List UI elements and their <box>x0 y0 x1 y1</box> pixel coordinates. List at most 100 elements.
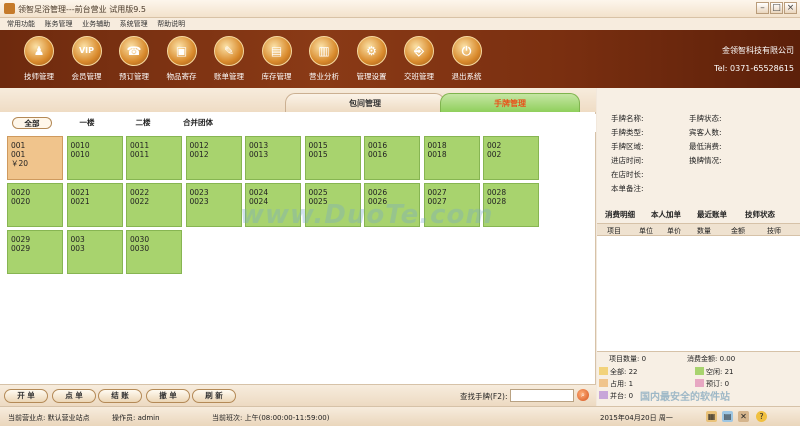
card-tile[interactable]: 0016 0016 <box>364 136 420 180</box>
close-button[interactable]: × <box>784 2 797 14</box>
card-tile[interactable]: 0028 0028 <box>483 183 539 227</box>
card-tile[interactable]: 0020 0020 <box>7 183 63 227</box>
add-item-button[interactable]: 点 单 <box>52 389 96 403</box>
toolbar-button-label: 交班管理 <box>404 72 434 81</box>
checkout-button[interactable]: 结 账 <box>98 389 142 403</box>
toolbar-button-4[interactable]: ✎ 账单管理 <box>206 32 252 86</box>
refresh-button[interactable]: 刷 新 <box>192 389 236 403</box>
toolbar-button-label: 营业分析 <box>309 72 339 81</box>
card-line1: 0013 <box>249 141 269 150</box>
card-line2: 0022 <box>130 197 150 206</box>
toolbar-button-9[interactable]: ⏻ 退出系统 <box>444 32 490 86</box>
card-line1: 0016 <box>368 141 388 150</box>
card-tile[interactable]: 003 003 <box>66 230 123 274</box>
toolbar-button-label: 预订管理 <box>119 72 149 81</box>
card-tile[interactable]: 001 001 ￥20 <box>7 136 63 180</box>
card-line1: 0012 <box>189 141 209 150</box>
card-tile[interactable]: 0010 0010 <box>66 136 123 180</box>
menu-item-accounts[interactable]: 账务管理 <box>45 18 73 30</box>
card-tile[interactable]: 0013 0013 <box>245 136 301 180</box>
card-line1: 003 <box>70 235 85 244</box>
toolbar-button-0[interactable]: ♟ 技师管理 <box>16 32 62 86</box>
tab-room-management[interactable]: 包间管理 <box>285 93 445 112</box>
card-tile[interactable]: 0015 0015 <box>304 136 361 180</box>
tab-technician-status[interactable]: 技师状态 <box>745 209 775 220</box>
toolbar-button-1[interactable]: VIP 会员管理 <box>64 32 110 86</box>
card-tile[interactable]: 0027 0027 <box>423 183 480 227</box>
count-merged: 并台: 0 <box>599 391 633 401</box>
col-amount: 金额 <box>731 227 745 235</box>
company-name: 金领智科技有限公司 <box>722 46 794 55</box>
card-search-input[interactable] <box>510 389 574 402</box>
calendar-icon[interactable]: ▤ <box>722 411 733 422</box>
maximize-button[interactable]: □ <box>770 2 783 14</box>
card-tile[interactable]: 0011 0011 <box>126 136 182 180</box>
card-line1: 0010 <box>70 141 90 150</box>
count-occupied: 占用: 1 <box>599 379 633 389</box>
tab-add-items[interactable]: 本人加单 <box>651 209 681 220</box>
tab-recent-bills[interactable]: 最近账单 <box>697 209 727 220</box>
col-unit: 单位 <box>639 227 653 235</box>
search-icon[interactable]: ⌕ <box>577 389 589 401</box>
power-icon: ⏻ <box>451 36 482 66</box>
help-icon[interactable]: ? <box>756 411 767 422</box>
card-line1: 001 <box>11 141 26 150</box>
card-line2: 0013 <box>249 150 269 159</box>
filter-merged-group[interactable]: 合并团体 <box>176 117 220 129</box>
card-tile[interactable]: 0024 0024 <box>245 183 301 227</box>
card-line2: 001 <box>11 150 26 159</box>
min-spend-label: 最低消费: <box>689 142 722 151</box>
card-line1: 0028 <box>487 188 507 197</box>
filter-all[interactable]: 全部 <box>12 117 52 129</box>
minimize-button[interactable]: – <box>756 2 769 14</box>
card-tile[interactable]: 0025 0025 <box>304 183 361 227</box>
card-tile[interactable]: 0021 0021 <box>66 183 123 227</box>
toolbar-button-6[interactable]: ▥ 营业分析 <box>301 32 347 86</box>
col-technician: 技师 <box>767 227 781 235</box>
card-line1: 0026 <box>368 188 388 197</box>
card-line1: 0025 <box>308 188 328 197</box>
card-line2: 003 <box>70 244 85 253</box>
open-order-button[interactable]: 开 单 <box>4 389 48 403</box>
card-line2: 0026 <box>368 197 388 206</box>
card-tile[interactable]: 0029 0029 <box>7 230 63 274</box>
menu-item-help[interactable]: 帮助说明 <box>157 18 185 30</box>
menu-item-system[interactable]: 系统管理 <box>120 18 148 30</box>
tools-icon[interactable]: ✕ <box>738 411 749 422</box>
toolbar-button-2[interactable]: ☎ 预订管理 <box>111 32 157 86</box>
card-tile[interactable]: 0022 0022 <box>126 183 182 227</box>
card-name-label: 手牌名称: <box>611 114 644 123</box>
card-tile[interactable]: 002 002 <box>483 136 539 180</box>
filter-floor-2[interactable]: 二楼 <box>128 117 158 129</box>
toolbar-button-3[interactable]: ▣ 物品寄存 <box>159 32 205 86</box>
card-tile[interactable]: 0030 0030 <box>126 230 182 274</box>
toolbar-button-8[interactable]: ⎆ 交班管理 <box>396 32 442 86</box>
tab-card-management[interactable]: 手牌管理 <box>440 93 580 112</box>
card-tile[interactable]: 0026 0026 <box>364 183 420 227</box>
toolbar-button-label: 技师管理 <box>24 72 54 81</box>
detail-tabs: 消费明细 本人加单 最近账单 技师状态 <box>597 207 800 223</box>
status-bar: 当前营业点: 默认营业站点 操作员: admin 当前班次: 上午(08:00:… <box>0 406 800 426</box>
card-line2: 0015 <box>308 150 328 159</box>
calculator-icon[interactable]: ▦ <box>706 411 717 422</box>
toolbar-button-5[interactable]: ▤ 库存管理 <box>254 32 300 86</box>
detail-table-body[interactable] <box>597 236 800 352</box>
tab-consumption-detail[interactable]: 消费明细 <box>605 209 635 220</box>
menu-item-business[interactable]: 业务辅助 <box>82 18 110 30</box>
card-tile[interactable]: 0023 0023 <box>185 183 242 227</box>
col-item: 项目 <box>607 227 621 235</box>
current-date: 2015年04月20日 周一 <box>600 414 673 422</box>
toolbar-button-7[interactable]: ⚙ 管理设置 <box>349 32 395 86</box>
count-all: 全部: 22 <box>599 367 638 377</box>
card-tile[interactable]: 0012 0012 <box>185 136 242 180</box>
card-line1: 0011 <box>130 141 150 150</box>
door-icon: ⎆ <box>404 36 434 66</box>
toolbar-button-label: 会员管理 <box>71 72 102 81</box>
card-tile[interactable]: 0018 0018 <box>423 136 480 180</box>
window-title: 领智足浴管理---前台营业 试用版9.5 <box>18 5 146 14</box>
current-operator: 操作员: admin <box>112 414 160 422</box>
cancel-order-button[interactable]: 撤 单 <box>146 389 190 403</box>
card-line2: 0030 <box>130 244 150 253</box>
menu-item-common[interactable]: 常用功能 <box>7 18 35 30</box>
filter-floor-1[interactable]: 一楼 <box>72 117 102 129</box>
